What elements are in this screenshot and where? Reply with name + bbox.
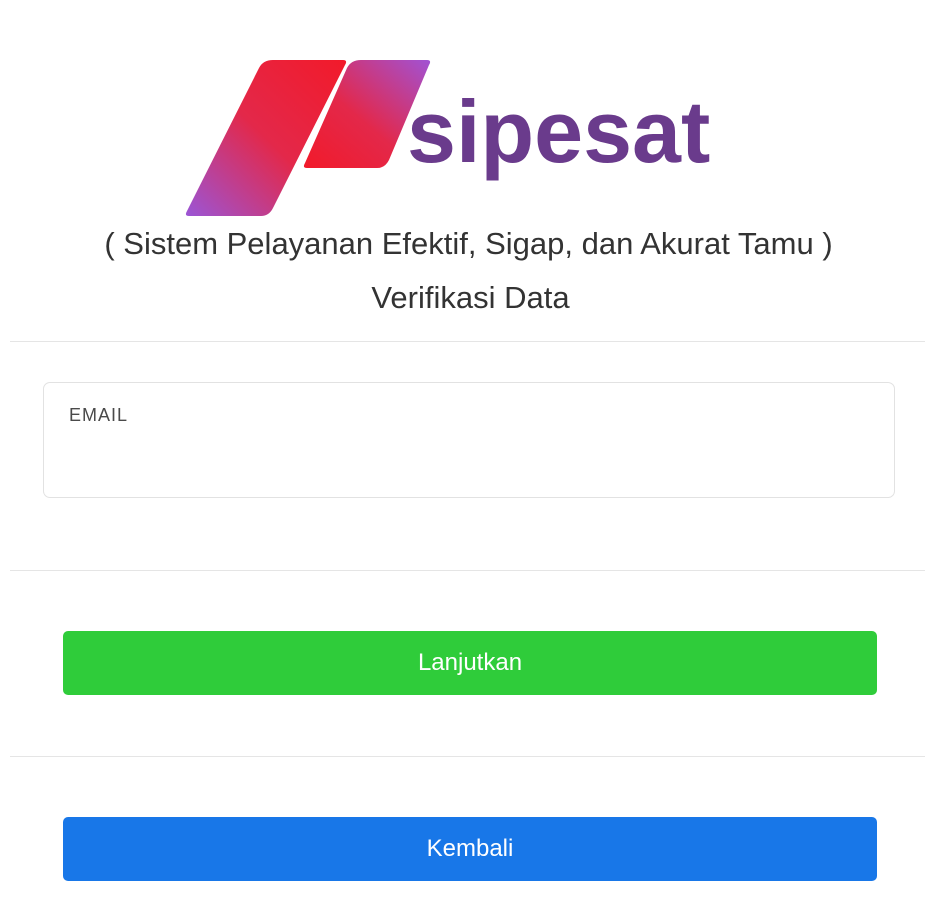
page-title: Verifikasi Data bbox=[371, 280, 570, 315]
email-input[interactable] bbox=[68, 439, 868, 479]
divider bbox=[10, 570, 925, 571]
back-button[interactable]: Kembali bbox=[63, 817, 877, 881]
divider bbox=[10, 756, 925, 757]
app-subtitle: ( Sistem Pelayanan Efektif, Sigap, dan A… bbox=[104, 226, 833, 261]
verification-page: sipesat ( Sistem Pelayanan Efektif, Siga… bbox=[0, 0, 925, 900]
email-label: EMAIL bbox=[69, 405, 129, 425]
email-field[interactable]: EMAIL bbox=[43, 382, 895, 498]
sipesat-slash-logo-icon bbox=[185, 60, 431, 216]
divider bbox=[10, 341, 925, 342]
continue-button[interactable]: Lanjutkan bbox=[63, 631, 877, 695]
sipesat-logo: sipesat bbox=[185, 60, 710, 216]
sipesat-wordmark: sipesat bbox=[407, 82, 710, 181]
